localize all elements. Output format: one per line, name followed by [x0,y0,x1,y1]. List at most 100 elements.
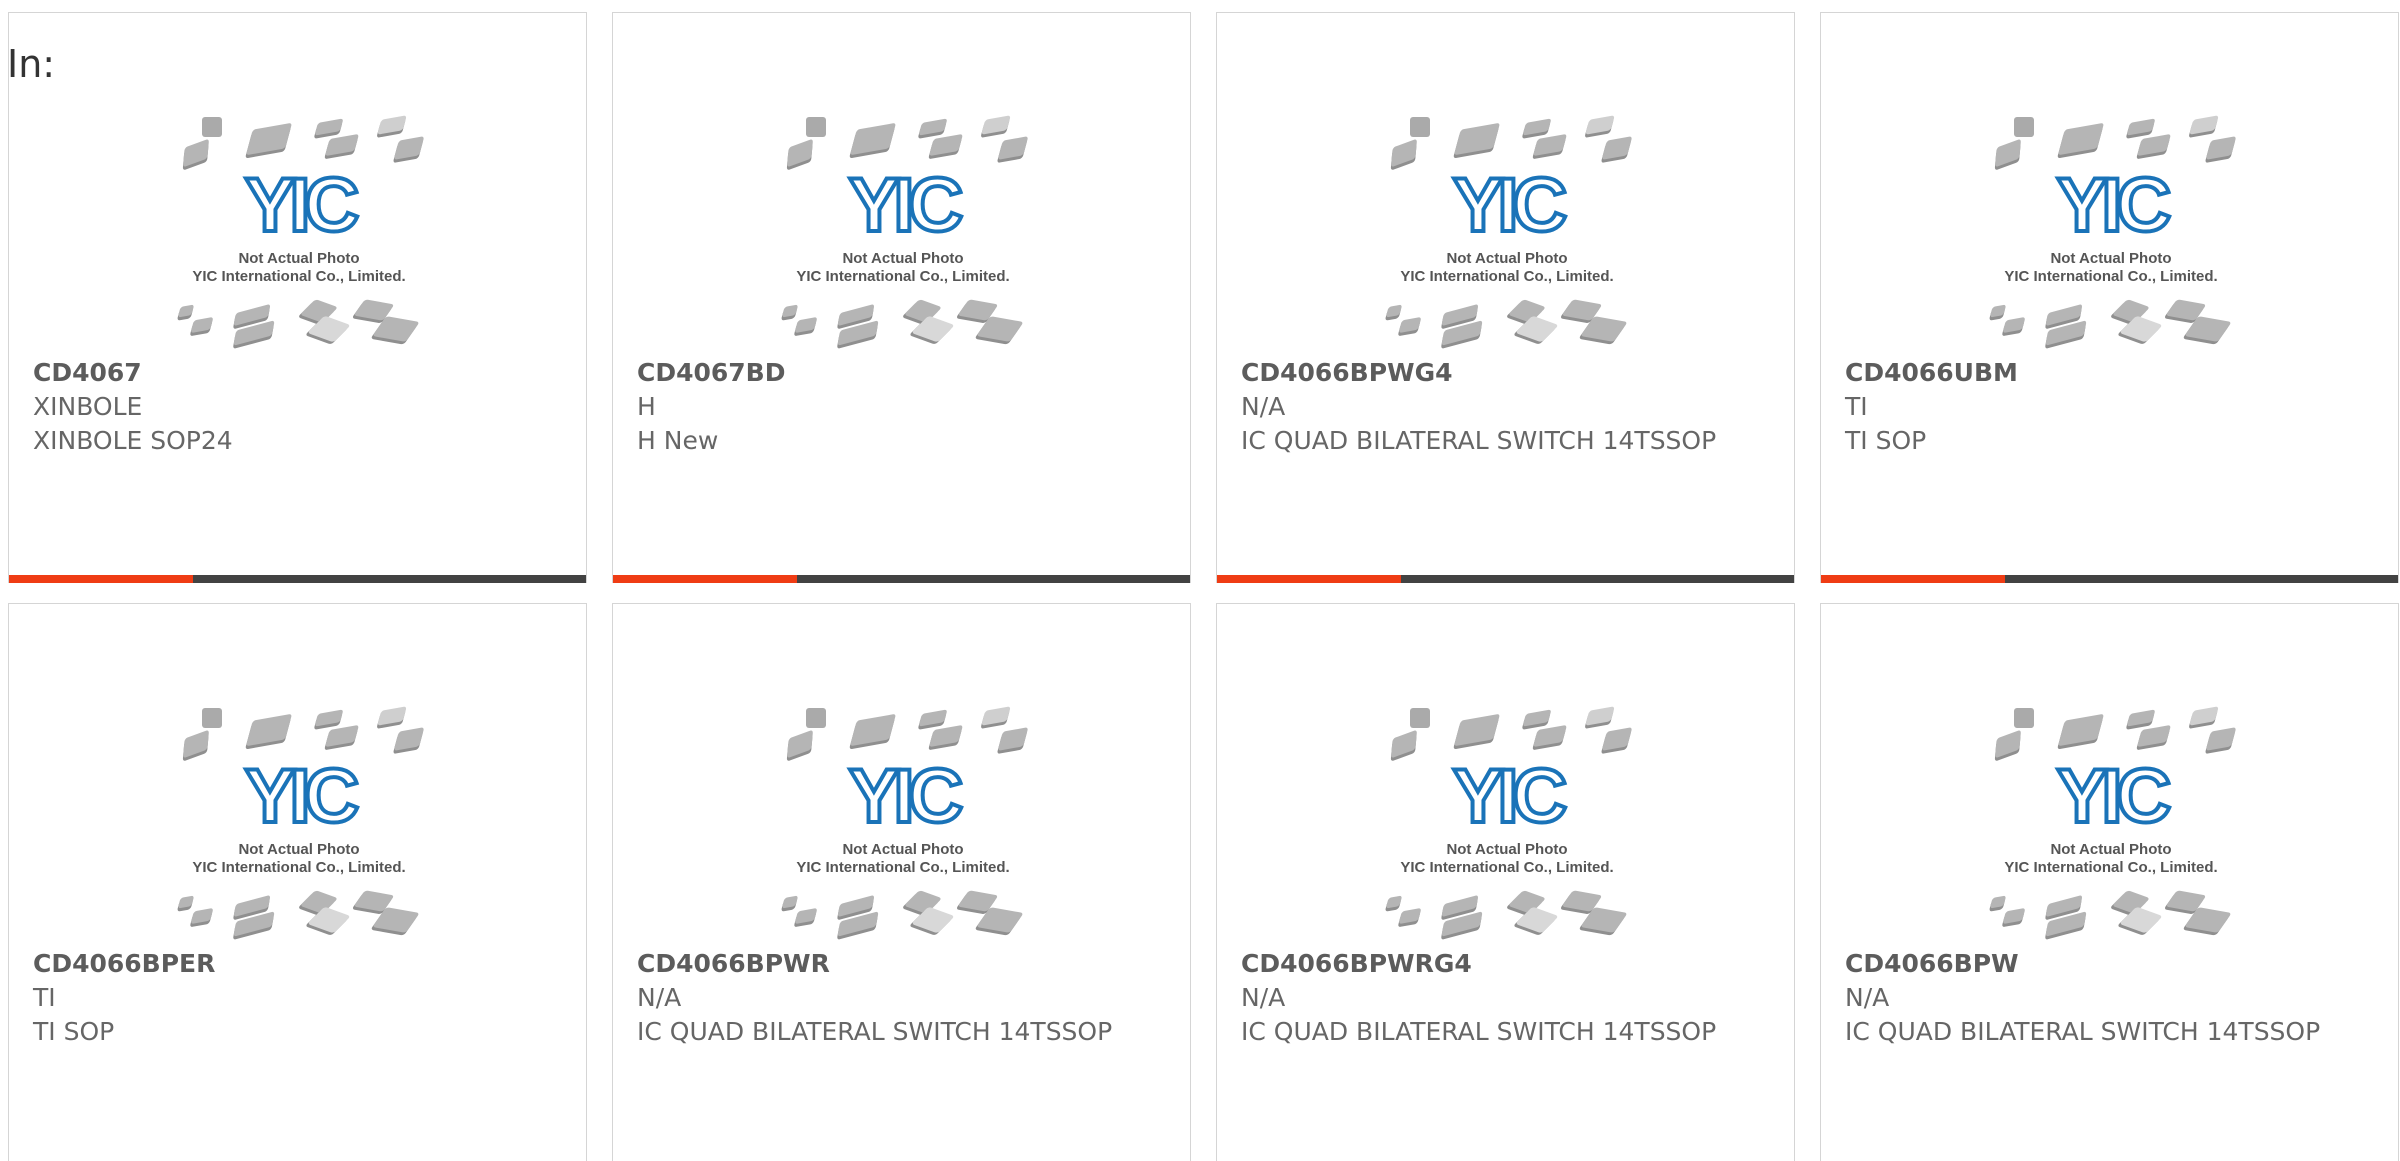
watermark-line1: Not Actual Photo [842,841,963,858]
product-card[interactable]: YIC Not Actual Photo YIC International Co.… [1820,603,2399,1161]
product-image[interactable]: YIC Not Actual Photo YIC International Co.… [1372,103,1642,353]
chip-icon [786,139,813,170]
product-info: CD4066BPW N/A IC QUAD BILATERAL SWITCH 1… [1845,947,2375,1049]
product-card[interactable]: YIC Not Actual Photo YIC International Co.… [612,603,1191,1161]
yic-logo: YIC [245,163,358,248]
chip-icon [981,706,1011,729]
chip-icon [190,317,213,336]
chip-icon [2126,709,2155,730]
chip-icon [1532,134,1567,159]
product-image[interactable]: YIC Not Actual Photo YIC International Co.… [164,103,434,353]
card-accent-bar [9,575,586,583]
placeholder-photo-icon: YIC Not Actual PhotoYIC International Co.… [1385,706,1632,940]
part-number[interactable]: CD4066BPER [33,947,563,981]
chip-icon [1522,709,1551,730]
card-accent-bar [1821,575,2398,583]
watermark-line1: Not Actual Photo [1446,841,1567,858]
part-number[interactable]: CD4066BPW [1845,947,2375,981]
product-info: CD4066BPER TI TI SOP [33,947,563,1049]
product-card[interactable]: YIC Not Actual Photo YIC International Co.… [1216,12,1795,583]
chip-icon [182,139,209,170]
watermark-line1: Not Actual Photo [842,250,963,267]
chip-icon [314,709,343,730]
chip-icon [1994,139,2021,170]
watermark-line1: Not Actual Photo [2050,841,2171,858]
product-info: CD4066BPWG4 N/A IC QUAD BILATERAL SWITCH… [1241,356,1771,458]
product-image[interactable]: YIC Not Actual Photo YIC International Co.… [1372,694,1642,944]
part-number[interactable]: CD4066BPWG4 [1241,356,1771,390]
chip-icon [177,895,194,912]
chip-icon [190,908,213,927]
chip-icon [1390,139,1417,170]
chip-icon [1398,908,1421,927]
watermark-line2: YIC International Co., Limited. [2004,859,2217,876]
description: IC QUAD BILATERAL SWITCH 14TSSOP [1845,1017,2321,1046]
placeholder-photo-icon: YIC Not Actual PhotoYIC International Co.… [781,706,1028,940]
chip-icon [177,304,194,321]
placeholder-photo-icon: YIC Not Actual PhotoYIC International Co.… [1989,115,2236,349]
chip-icon [794,317,817,336]
chip-icon [786,730,813,761]
chip-icon [1453,123,1500,158]
product-card[interactable]: YIC Not Actual Photo YIC International Co.… [8,12,587,583]
chip-icon [918,709,947,730]
chip-icon [2189,115,2219,138]
chip-icon [781,895,798,912]
chip-icon [1601,136,1632,163]
manufacturer: N/A [637,983,682,1012]
chip-icon [928,134,963,159]
chip-icon [997,136,1028,163]
chip-icon [324,725,359,750]
product-card[interactable]: YIC Not Actual Photo YIC International Co.… [8,603,587,1161]
part-number[interactable]: CD4066UBM [1845,356,2375,390]
chip-icon [324,134,359,159]
manufacturer: TI [33,983,56,1012]
description: IC QUAD BILATERAL SWITCH 14TSSOP [1241,1017,1717,1046]
part-number[interactable]: CD4066BPWRG4 [1241,947,1771,981]
chip-icon [2002,908,2025,927]
watermark-line1: Not Actual Photo [1446,250,1567,267]
filter-in-label: In: [7,42,56,86]
product-image[interactable]: YIC Not Actual Photo YIC International Co.… [1976,694,2246,944]
yic-logo: YIC [849,163,962,248]
part-number[interactable]: CD4066BPWR [637,947,1167,981]
chip-icon [928,725,963,750]
chip-icon [1989,895,2006,912]
watermark-line2: YIC International Co., Limited. [2004,268,2217,285]
chip-icon [1390,730,1417,761]
chip-icon [1453,714,1500,749]
manufacturer: TI [1845,392,1868,421]
description: IC QUAD BILATERAL SWITCH 14TSSOP [637,1017,1113,1046]
chip-icon [1532,725,1567,750]
product-image[interactable]: YIC Not Actual Photo YIC International Co.… [1976,103,2246,353]
chip-icon [377,706,407,729]
yic-logo: YIC [849,754,962,839]
product-card[interactable]: YIC Not Actual Photo YIC International Co.… [1216,603,1795,1161]
manufacturer: N/A [1845,983,1890,1012]
description: IC QUAD BILATERAL SWITCH 14TSSOP [1241,426,1717,455]
chip-icon [2205,136,2236,163]
description: TI SOP [1845,426,1927,455]
yic-logo: YIC [1453,163,1566,248]
part-number[interactable]: CD4067BD [637,356,1167,390]
product-image[interactable]: YIC Not Actual Photo YIC International Co.… [768,103,1038,353]
product-card[interactable]: YIC Not Actual Photo YIC International Co.… [612,12,1191,583]
product-card[interactable]: YIC Not Actual Photo YIC International Co.… [1820,12,2399,583]
watermark-line2: YIC International Co., Limited. [1400,268,1613,285]
product-info: CD4067BD H H New [637,356,1167,458]
product-image[interactable]: YIC Not Actual Photo YIC International Co.… [164,694,434,944]
placeholder-photo-icon: YIC Not Actual PhotoYIC International Co.… [1989,706,2236,940]
watermark-line2: YIC International Co., Limited. [192,268,405,285]
part-number[interactable]: CD4067 [33,356,563,390]
placeholder-photo-icon: YIC Not Actual PhotoYIC International Co.… [1385,115,1632,349]
chip-icon [2205,727,2236,754]
chip-icon [781,304,798,321]
chip-icon [2136,725,2171,750]
product-image[interactable]: YIC Not Actual Photo YIC International Co.… [768,694,1038,944]
product-info: CD4066BPWR N/A IC QUAD BILATERAL SWITCH … [637,947,1167,1049]
chip-icon [245,123,292,158]
description: XINBOLE SOP24 [33,426,233,455]
manufacturer: XINBOLE [33,392,143,421]
chip-icon [2136,134,2171,159]
chip-icon [997,727,1028,754]
